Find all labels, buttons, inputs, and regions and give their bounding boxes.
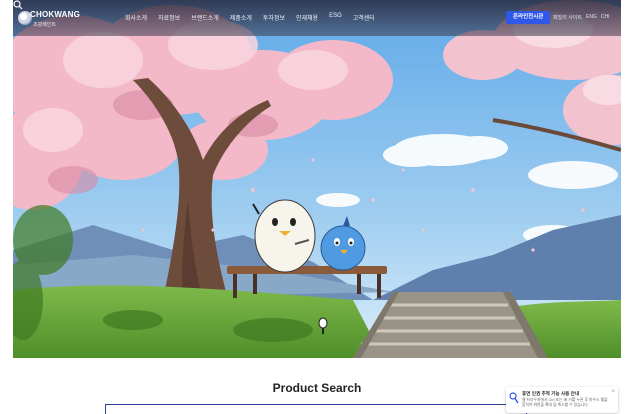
utility-links: 패밀리 사이트 ENG CHI <box>553 14 609 21</box>
lang-eng-link[interactable]: ENG <box>586 14 597 21</box>
notice-title: 휴먼 인권 추적 기능 사용 안내 <box>522 391 580 396</box>
nav-item-investor[interactable]: 투자정보 <box>263 13 285 22</box>
logo-subtitle: 조광페인트 <box>33 22 57 28</box>
nav-item-support[interactable]: 고객센터 <box>353 13 375 22</box>
search-icon[interactable] <box>13 0 23 10</box>
notice-body: 웹 브라우저에서 Ctrl 또는 ⌘ 키를 누른 후 마우스 휠을 움직여 화면… <box>522 398 608 407</box>
site-logo[interactable]: CHOKWANG 조광페인트 <box>18 8 81 30</box>
nav-item-products[interactable]: 제품소개 <box>230 13 252 22</box>
nav-item-brand[interactable]: 브랜드소개 <box>191 13 219 22</box>
site-header: CHOKWANG 조광페인트 회사소개 자료정보 브랜드소개 제품소개 투자정보… <box>13 0 621 36</box>
family-site-link[interactable]: 패밀리 사이트 <box>553 14 582 21</box>
nav-item-resources[interactable]: 자료정보 <box>158 13 180 22</box>
online-showroom-button[interactable]: 온라인전시관 <box>506 11 551 24</box>
product-search-box[interactable] <box>105 404 527 414</box>
lang-chi-link[interactable]: CHI <box>601 14 610 21</box>
close-icon[interactable]: × <box>611 389 615 395</box>
nav-item-careers[interactable]: 인재채용 <box>296 13 318 22</box>
magnifier-icon <box>509 392 519 404</box>
hero-banner: CHOKWANG 조광페인트 회사소개 자료정보 브랜드소개 제품소개 투자정보… <box>13 0 621 358</box>
logo-text: CHOKWANG <box>30 10 81 19</box>
nav-item-company[interactable]: 회사소개 <box>125 13 147 22</box>
main-nav: 회사소개 자료정보 브랜드소개 제품소개 투자정보 인재채용 ESG 고객센터 <box>125 13 375 22</box>
page: CHOKWANG 조광페인트 회사소개 자료정보 브랜드소개 제품소개 투자정보… <box>13 0 621 414</box>
accessibility-notice-popup: 휴먼 인권 추적 기능 사용 안내 웹 브라우저에서 Ctrl 또는 ⌘ 키를 … <box>506 387 618 413</box>
hero-illustration <box>13 0 621 358</box>
nav-item-esg[interactable]: ESG <box>329 13 342 22</box>
